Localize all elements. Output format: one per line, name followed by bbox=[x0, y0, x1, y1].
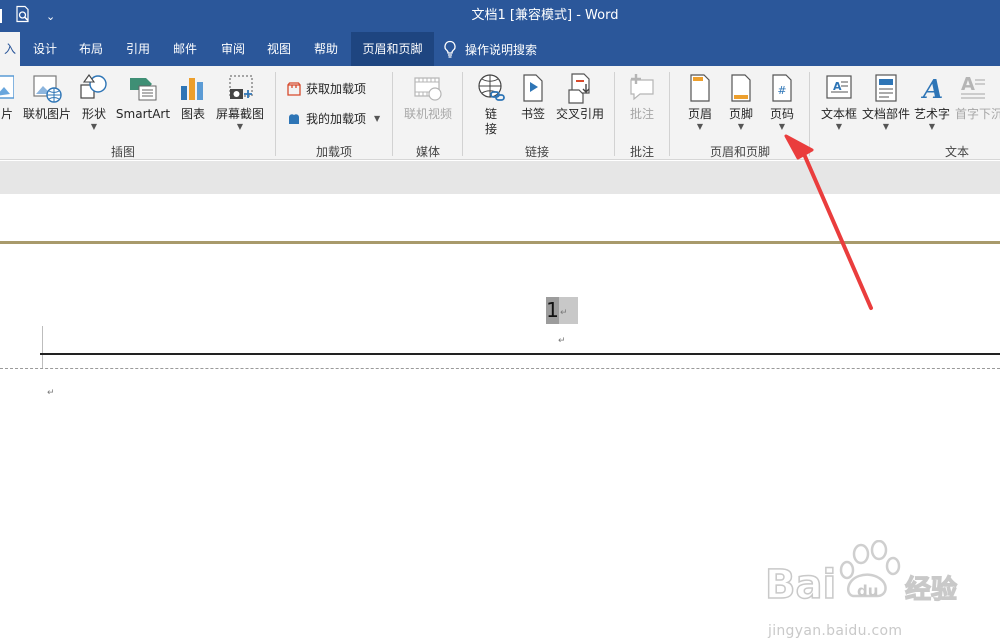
word-window: ⌄ 文档1 [兼容模式] - Word 入 设计 布局 引用 邮件 审阅 视图 … bbox=[0, 0, 1000, 643]
watermark-url: jingyan.baidu.com bbox=[768, 623, 903, 639]
svg-text:经验: 经验 bbox=[905, 574, 957, 605]
svg-text:Bai: Bai bbox=[765, 562, 836, 608]
svg-text:du: du bbox=[857, 582, 878, 600]
